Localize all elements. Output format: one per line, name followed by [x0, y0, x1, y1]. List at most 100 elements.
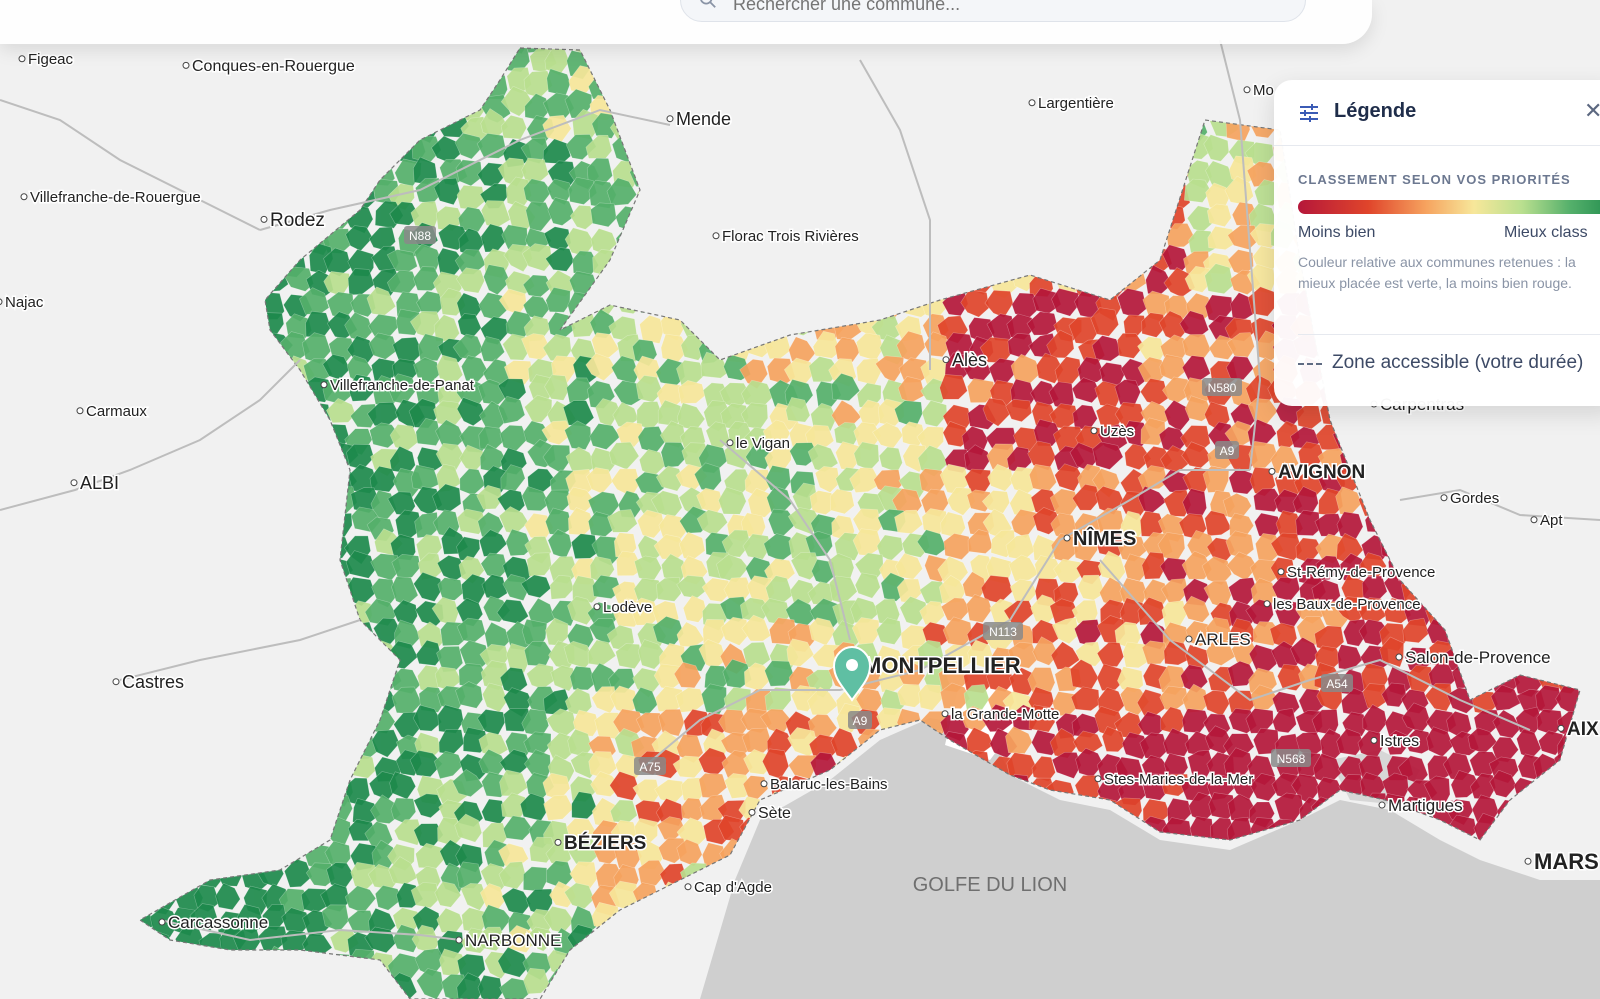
road-shield-label: N568 — [1277, 752, 1306, 766]
legend-low-label: Moins bien — [1298, 224, 1376, 241]
city-label: Rodez — [270, 210, 325, 231]
city-dot — [320, 381, 328, 389]
city-label: Lodève — [603, 599, 652, 616]
city-label: MARS — [1534, 849, 1599, 874]
legend-panel: Légende ✕ CLASSEMENT SELON VOS PRIORITÉS… — [1274, 80, 1600, 406]
city-label: Mende — [676, 109, 731, 129]
city-dot — [1395, 653, 1403, 661]
city-dot — [1530, 516, 1538, 524]
city-dot — [684, 883, 692, 891]
legend-zone-label: Zone accessible (votre durée) — [1332, 352, 1584, 373]
city-label: NARBONNE — [465, 931, 561, 950]
city-label: Alès — [952, 350, 987, 370]
city-dot — [70, 479, 78, 487]
city-label: ARLES — [1195, 630, 1251, 649]
city-label: Florac Trois Rivières — [722, 228, 859, 245]
city-dot — [941, 710, 949, 718]
city-dot — [1440, 494, 1448, 502]
city-dot — [158, 918, 166, 926]
search-box[interactable] — [680, 0, 1306, 22]
legend-section-title: CLASSEMENT SELON VOS PRIORITÉS — [1298, 172, 1571, 187]
city-dot — [1370, 736, 1378, 744]
color-scale-bar — [1298, 200, 1600, 214]
city-dot — [20, 193, 28, 201]
city-label: Najac — [5, 294, 44, 311]
city-label: MONTPELLIER — [863, 653, 1021, 678]
city-label: Mo — [1253, 82, 1274, 99]
road-shield-label: A9 — [1220, 444, 1235, 458]
city-dot — [712, 232, 720, 240]
city-dot — [666, 115, 674, 123]
city-label: Balaruc-les-Bains — [770, 776, 888, 793]
city-label: Istres — [1380, 733, 1419, 750]
city-dot — [1557, 724, 1565, 732]
city-label: Carmaux — [86, 403, 147, 420]
city-label: AVIGNON — [1278, 462, 1365, 483]
city-label: Villefranche-de-Rouergue — [30, 189, 201, 206]
legend-high-label: Mieux class — [1504, 224, 1588, 241]
city-label: Cap d'Agde — [694, 879, 772, 896]
city-label: les Baux-de-Provence — [1273, 596, 1421, 613]
search-icon — [700, 0, 716, 8]
city-label: St-Rémy-de-Provence — [1287, 564, 1435, 581]
city-dot — [18, 55, 26, 63]
legend-divider — [1298, 334, 1600, 335]
city-label: Largentière — [1038, 95, 1114, 112]
city-label: ALBI — [80, 473, 119, 493]
close-icon[interactable]: ✕ — [1584, 98, 1600, 124]
city-label: Figeac — [28, 51, 74, 68]
city-dot — [1263, 600, 1271, 608]
city-label: Apt — [1540, 512, 1563, 529]
city-dot — [76, 407, 84, 415]
city-dot — [1243, 86, 1251, 94]
city-dot — [260, 215, 268, 223]
road-shield-label: A9 — [853, 714, 868, 728]
city-label: Villefranche-de-Panat — [330, 377, 475, 394]
city-label: Conques-en-Rouergue — [192, 58, 355, 75]
road-shield-label: A75 — [639, 760, 661, 774]
city-dot — [112, 678, 120, 686]
road-shield-label: N88 — [409, 229, 431, 243]
city-label: Castres — [122, 672, 184, 692]
city-dot — [1268, 467, 1276, 475]
city-dot — [1524, 857, 1532, 865]
city-label: NÎMES — [1073, 526, 1136, 550]
search-input[interactable] — [731, 0, 1255, 16]
city-label: Carcassonne — [168, 913, 268, 932]
commune-area[interactable] — [657, 708, 685, 737]
city-label: Sète — [758, 805, 791, 822]
city-dot — [726, 439, 734, 447]
city-label: BÉZIERS — [564, 832, 646, 854]
city-dot — [455, 936, 463, 944]
sea-label: GOLFE DU LION — [913, 874, 1067, 896]
city-label: Stes-Maries-de-la-Mer — [1104, 771, 1253, 788]
city-dot — [182, 61, 190, 69]
city-dot — [593, 603, 601, 611]
city-label: AIX — [1567, 719, 1599, 740]
city-dot — [1028, 99, 1036, 107]
sliders-icon — [1300, 104, 1318, 122]
city-label: le Vigan — [736, 435, 790, 452]
city-dot — [1185, 635, 1193, 643]
city-dot — [942, 356, 950, 364]
city-dot — [760, 780, 768, 788]
city-label: Uzès — [1100, 423, 1134, 440]
city-dot — [1277, 568, 1285, 576]
city-label: Martigues — [1388, 796, 1463, 815]
road-shield-label: N113 — [989, 625, 1017, 639]
legend-description: Couleur relative aux communes retenues :… — [1298, 254, 1576, 291]
city-dot — [1378, 801, 1386, 809]
city-dot — [0, 298, 3, 306]
dashed-line-icon — [1298, 363, 1322, 365]
city-dot — [748, 808, 756, 816]
city-label: Gordes — [1450, 490, 1499, 507]
city-label: Salon-de-Provence — [1405, 648, 1551, 667]
top-bar — [0, 0, 1372, 44]
city-dot — [1063, 534, 1071, 542]
city-dot — [1090, 427, 1098, 435]
legend-header: Légende ✕ — [1274, 80, 1600, 146]
city-label: la Grande-Motte — [951, 706, 1059, 723]
city-dot — [1094, 775, 1102, 783]
road-shield-label: A54 — [1326, 677, 1348, 691]
legend-title: Légende — [1334, 100, 1417, 122]
